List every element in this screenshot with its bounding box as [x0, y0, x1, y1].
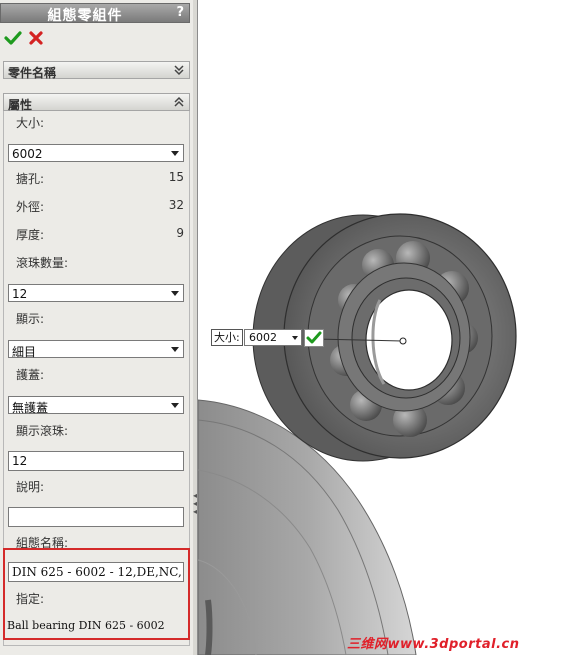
ball-count-dropdown[interactable]: 12	[8, 284, 184, 302]
help-button[interactable]: ?	[176, 5, 184, 20]
show-balls-label: 顯示滾珠:	[16, 424, 69, 438]
section-header-properties[interactable]: 屬性	[3, 93, 190, 112]
chevron-down-icon	[171, 291, 179, 296]
description-label: 說明:	[16, 480, 45, 494]
size-callout-label: 大小:	[211, 329, 243, 346]
shield-label: 護蓋:	[16, 368, 45, 382]
section-header-part-name[interactable]: 零件名稱	[3, 61, 190, 80]
callout-ok-button[interactable]	[304, 329, 324, 347]
chevron-double-up-icon	[174, 96, 184, 107]
size-dropdown-value: 6002	[12, 147, 43, 161]
ball-count-dropdown-value: 12	[12, 287, 28, 301]
checkmark-icon	[4, 31, 22, 45]
panel-title-bar: 組態零組件 ?	[0, 3, 190, 24]
outer-diameter-label: 外徑:	[16, 200, 45, 214]
display-label: 顯示:	[16, 312, 45, 326]
property-manager-panel: 組態零組件 ? 零件名稱 屬性 大小: 6002 搪孔: 15 外徑: 32 厚…	[0, 0, 194, 655]
show-balls-input[interactable]: 12	[8, 451, 184, 471]
bore-label: 搪孔:	[16, 172, 45, 186]
display-dropdown-value: 細目	[12, 345, 37, 359]
thickness-value: 9	[176, 226, 184, 240]
graphics-viewport[interactable]	[198, 0, 568, 655]
section-title-part-name: 零件名稱	[8, 66, 57, 80]
size-callout-dropdown[interactable]: 6002	[244, 329, 302, 346]
watermark-text: 三维网www.3dportal.cn	[347, 637, 520, 652]
panel-title: 組態零組件	[47, 8, 123, 24]
size-dropdown[interactable]: 6002	[8, 144, 184, 162]
close-icon	[29, 31, 43, 45]
chevron-down-icon	[171, 403, 179, 408]
size-callout-value: 6002	[249, 331, 277, 344]
shield-dropdown[interactable]: 無護蓋	[8, 396, 184, 415]
ball-count-label: 滾珠數量:	[16, 256, 69, 270]
outer-diameter-value: 32	[168, 198, 184, 212]
highlight-box	[3, 548, 190, 640]
chevron-double-down-icon	[174, 65, 184, 76]
checkmark-icon	[304, 329, 324, 347]
description-input[interactable]	[8, 507, 184, 527]
cancel-button[interactable]	[28, 30, 48, 48]
display-dropdown[interactable]: 細目	[8, 340, 184, 359]
size-label: 大小:	[16, 116, 45, 130]
bore-value: 15	[168, 170, 184, 184]
chevron-down-icon	[292, 336, 298, 340]
chevron-down-icon	[171, 347, 179, 352]
collapse-arrow-icon[interactable]: ◂ ◂ ◂	[193, 492, 197, 518]
shield-dropdown-value: 無護蓋	[12, 401, 49, 415]
ok-button[interactable]	[4, 30, 24, 48]
thickness-label: 厚度:	[16, 228, 45, 242]
chevron-down-icon	[171, 151, 179, 156]
